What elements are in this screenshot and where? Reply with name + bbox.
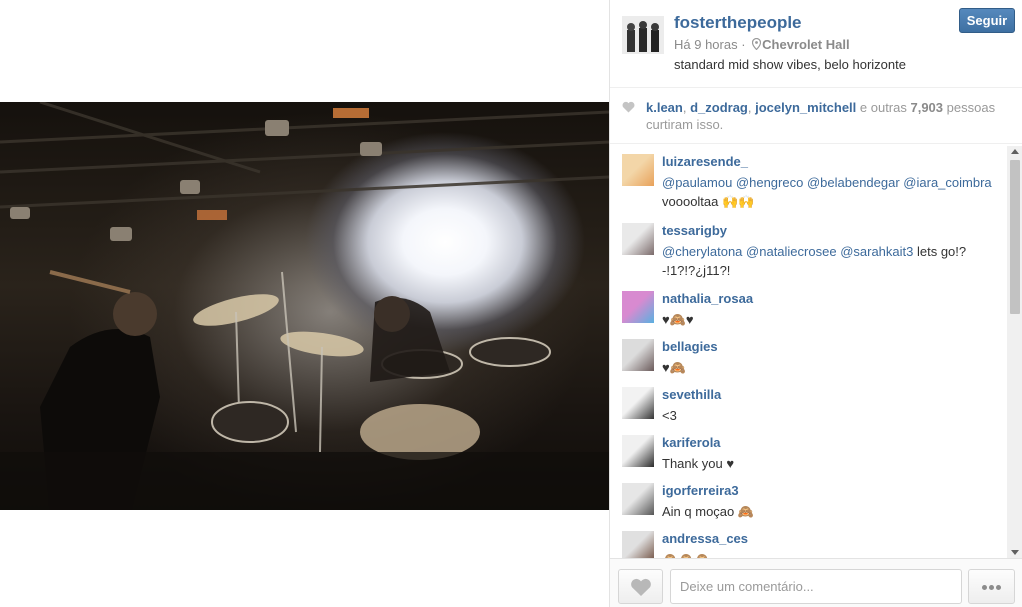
more-options-button[interactable] (968, 569, 1015, 604)
comment-text-part: ♥🙈 (662, 360, 686, 375)
comment-username[interactable]: bellagies (662, 339, 718, 354)
comment-username[interactable]: kariferola (662, 435, 721, 450)
comment-avatar[interactable] (622, 483, 654, 515)
heart-icon (622, 101, 635, 113)
comment-text: Ain q moçao 🙈 (662, 502, 997, 521)
more-options-icon (982, 585, 987, 590)
comment-text: @cherylatona @nataliecrosee @sarahkait3 … (662, 242, 997, 280)
mention-link[interactable]: @paulamou (662, 175, 732, 190)
mention-link[interactable]: @hengreco (736, 175, 803, 190)
pin-icon (752, 38, 762, 50)
post-location[interactable]: Chevrolet Hall (762, 37, 849, 52)
mention-link[interactable]: @cherylatona (662, 244, 742, 259)
like-separator: , (682, 100, 691, 115)
likes-summary: k.lean, d_zodrag, jocelyn_mitchell e out… (610, 89, 1022, 144)
follow-button[interactable]: Seguir (959, 8, 1015, 33)
scroll-thumb[interactable] (1010, 160, 1020, 314)
mention-link[interactable]: @nataliecrosee (746, 244, 837, 259)
more-options-dot (996, 585, 1001, 590)
mention-link[interactable]: @iara_coimbra (903, 175, 991, 190)
post-header: fosterthepeople Há 9 horas · Chevrolet H… (610, 0, 1022, 88)
comment-username[interactable]: luizaresende_ (662, 154, 748, 169)
more-options-dot (989, 585, 994, 590)
comment-text: @paulamou @hengreco @belabendegar @iara_… (662, 173, 997, 211)
scroll-up-icon[interactable] (1011, 149, 1019, 154)
comment-username[interactable]: nathalia_rosaa (662, 291, 753, 306)
photo-area (0, 0, 609, 607)
concert-scene (0, 102, 609, 510)
post-time[interactable]: Há 9 horas · (674, 37, 749, 52)
mention-link[interactable]: @sarahkait3 (840, 244, 913, 259)
comment-avatar[interactable] (622, 154, 654, 186)
comment-item: tessarigby @cherylatona @nataliecrosee @s… (610, 215, 1007, 278)
comment-username[interactable]: igorferreira3 (662, 483, 739, 498)
like-button[interactable] (618, 569, 663, 604)
comment-avatar[interactable] (622, 531, 654, 558)
comment-avatar[interactable] (622, 435, 654, 467)
comment-username[interactable]: andressa_ces (662, 531, 748, 546)
like-user[interactable]: k.lean (646, 100, 683, 115)
avatar[interactable] (622, 16, 664, 54)
comment-avatar[interactable] (622, 223, 654, 255)
comments-scrollbar[interactable] (1007, 146, 1022, 558)
comment-text: Thank you ♥ (662, 454, 997, 473)
comment-text: ♥🙈♥ (662, 310, 997, 329)
post-photo[interactable] (0, 102, 609, 510)
like-user[interactable]: d_zodrag (690, 100, 748, 115)
comment-text: <3 (662, 406, 997, 425)
scroll-down-icon[interactable] (1011, 550, 1019, 555)
comment-text-part: <3 (662, 408, 677, 423)
comment-text-part: ♥🙈♥ (662, 312, 694, 327)
comment-text-part: Ain q moçao 🙈 (662, 504, 755, 519)
likes-and-others: e outras (856, 100, 911, 115)
comment-list[interactable]: luizaresende_ @paulamou @hengreco @belabe… (610, 146, 1007, 558)
comment-username[interactable]: tessarigby (662, 223, 727, 238)
post-username[interactable]: fosterthepeople (674, 13, 802, 33)
comment-text-part: vooooltaa 🙌🙌 (662, 194, 755, 209)
comment-footer (610, 558, 1022, 607)
comment-item: andressa_ces 🙈🙈🙈 (610, 523, 1007, 558)
comment-input[interactable] (670, 569, 962, 604)
likes-count[interactable]: 7,903 (910, 100, 943, 115)
comment-avatar[interactable] (622, 387, 654, 419)
comment-text-part: Thank you ♥ (662, 456, 735, 471)
like-heart-icon (631, 578, 651, 596)
like-user[interactable]: jocelyn_mitchell (755, 100, 856, 115)
post-meta: Há 9 horas · Chevrolet Hall (674, 37, 850, 52)
post-panel: fosterthepeople Há 9 horas · Chevrolet H… (609, 0, 1022, 607)
comment-text: ♥🙈 (662, 358, 997, 377)
comment-avatar[interactable] (622, 339, 654, 371)
post-caption: standard mid show vibes, belo horizonte (674, 57, 906, 72)
comment-avatar[interactable] (622, 291, 654, 323)
comment-text: 🙈🙈🙈 (662, 550, 997, 558)
comment-item: luizaresende_ @paulamou @hengreco @belabe… (610, 146, 1007, 209)
mention-link[interactable]: @belabendegar (807, 175, 900, 190)
comment-username[interactable]: sevethilla (662, 387, 721, 402)
